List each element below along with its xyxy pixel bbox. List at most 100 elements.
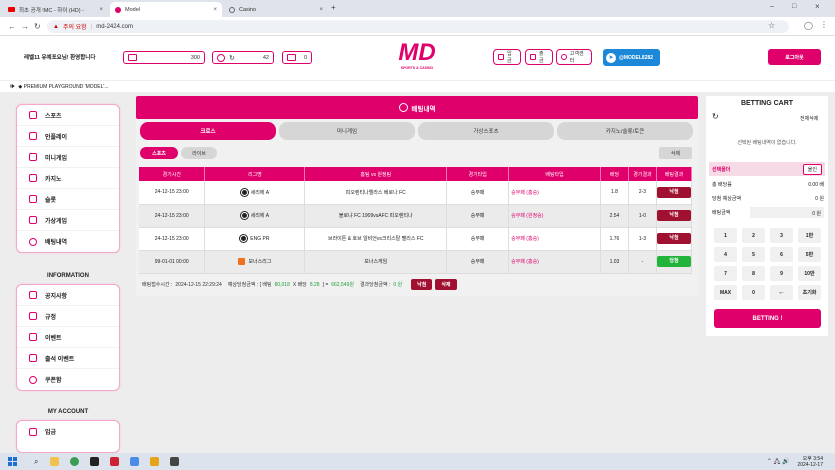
file-explorer-icon[interactable] bbox=[50, 457, 60, 466]
refresh-icon[interactable]: ↻ bbox=[229, 54, 235, 62]
column-header: 배팅결과 bbox=[656, 167, 693, 181]
deposit-icon bbox=[29, 427, 37, 436]
casino-icon bbox=[29, 174, 37, 182]
taskbar-search-icon[interactable]: ⌕ bbox=[34, 457, 38, 467]
tab-cross[interactable]: 크로스 bbox=[140, 122, 276, 140]
withdraw-button[interactable]: 출금 bbox=[525, 49, 553, 65]
reload-icon[interactable]: ↻ bbox=[34, 22, 41, 31]
keypad-max[interactable]: MAX bbox=[714, 285, 737, 300]
keypad-3[interactable]: 3 bbox=[770, 228, 793, 243]
bet-amount-label: 배팅금액 bbox=[712, 210, 731, 216]
sidebar-item-rules[interactable]: 규정 bbox=[17, 306, 119, 327]
customer-center-button[interactable]: 고객센터 bbox=[556, 49, 592, 65]
logout-button[interactable]: 로그아웃 bbox=[768, 49, 821, 65]
delete-button[interactable]: 삭제 bbox=[659, 147, 692, 159]
keypad-backspace[interactable]: ← bbox=[770, 285, 793, 300]
sidebar-item-sports[interactable]: 스포츠 bbox=[17, 105, 119, 126]
close-icon[interactable]: × bbox=[213, 7, 217, 13]
deposit-icon bbox=[498, 54, 504, 60]
keypad-2[interactable]: 2 bbox=[742, 228, 765, 243]
sidebar-item-virtual[interactable]: 가상게임 bbox=[17, 210, 119, 231]
sidebar-item-attendance[interactable]: 출석 이벤트 bbox=[17, 348, 119, 369]
menu-icon[interactable]: ⋮ bbox=[820, 20, 828, 29]
result-badge: 당첨 bbox=[656, 256, 691, 267]
betting-submit-button[interactable]: BETTING ! bbox=[714, 309, 821, 328]
back-icon[interactable]: ← bbox=[8, 22, 16, 31]
windows-start-icon[interactable] bbox=[8, 457, 17, 466]
sidebar-item-slot[interactable]: 슬롯 bbox=[17, 189, 119, 210]
tray-icons: ⌃ 🖧 🔊 bbox=[766, 458, 790, 465]
bet-amount-input[interactable]: 0 원 bbox=[750, 207, 824, 218]
keypad-50k[interactable]: 5만 bbox=[798, 247, 821, 262]
windows-taskbar: ⌕ ⌃ 🖧 🔊 오후 3:54 2024-12-17 bbox=[0, 453, 835, 470]
keypad-reset[interactable]: 초기화 bbox=[798, 285, 821, 300]
subtab-sports[interactable]: 스포츠 bbox=[140, 147, 178, 159]
sidebar-item-deposit[interactable]: 입금 bbox=[17, 421, 119, 442]
telegram-button[interactable]: ➤ @MODEL8282 bbox=[603, 49, 660, 66]
sidebar-item-notice[interactable]: 공지사항 bbox=[17, 285, 119, 306]
forward-icon[interactable]: → bbox=[21, 22, 29, 31]
total-odds-row: 총 배당률 0.00 배 bbox=[712, 182, 824, 188]
balance-display: 300 bbox=[123, 51, 205, 64]
refresh-icon[interactable]: ↻ bbox=[712, 112, 719, 121]
rules-icon bbox=[29, 312, 37, 320]
window-maximize-button[interactable]: □ bbox=[792, 3, 796, 10]
message-icon bbox=[287, 54, 296, 61]
window-close-button[interactable]: × bbox=[815, 2, 820, 11]
app-icon[interactable] bbox=[90, 457, 100, 466]
bell-icon bbox=[29, 291, 37, 299]
sidebar-item-event[interactable]: 이벤트 bbox=[17, 327, 119, 348]
keypad-5[interactable]: 5 bbox=[742, 247, 765, 262]
inplay-icon bbox=[29, 132, 37, 140]
keypad-100k[interactable]: 10만 bbox=[798, 266, 821, 281]
chrome-icon[interactable] bbox=[70, 457, 80, 466]
profile-icon[interactable]: ◯ bbox=[804, 21, 813, 30]
bonus-icon bbox=[238, 258, 246, 266]
keypad-10k[interactable]: 1만 bbox=[798, 228, 821, 243]
wallet-icon bbox=[128, 54, 137, 61]
all-in-button[interactable]: 올인 bbox=[802, 163, 822, 175]
star-icon[interactable]: ☆ bbox=[768, 21, 775, 30]
delete-bet-button[interactable]: 삭제 bbox=[435, 279, 457, 290]
sidebar-item-minigame[interactable]: 미니게임 bbox=[17, 147, 119, 168]
deposit-button[interactable]: 입금 bbox=[493, 49, 521, 65]
tab-virtual-sports[interactable]: 가상스포츠 bbox=[418, 122, 554, 140]
app-icon[interactable] bbox=[150, 457, 160, 466]
keypad-9[interactable]: 9 bbox=[770, 266, 793, 281]
keypad-1[interactable]: 1 bbox=[714, 228, 737, 243]
sidebar-item-casino[interactable]: 카지노 bbox=[17, 168, 119, 189]
browser-tab-2[interactable]: Model × bbox=[110, 2, 222, 17]
sidebar-item-coupon[interactable]: 쿠폰함 bbox=[17, 369, 119, 390]
keypad-6[interactable]: 6 bbox=[770, 247, 793, 262]
keypad-0[interactable]: 0 bbox=[742, 285, 765, 300]
empty-cart-message: 선택된 배팅내역이 없습니다. bbox=[737, 140, 797, 146]
browser-tab-3[interactable]: Casino × bbox=[224, 2, 328, 17]
keypad-8[interactable]: 8 bbox=[742, 266, 765, 281]
virtual-game-icon bbox=[29, 216, 37, 224]
url-field[interactable]: ▲ 주의 요함 | md-2424.com bbox=[47, 20, 789, 33]
app-icon[interactable] bbox=[110, 457, 120, 466]
bet-summary: 배팅접수시간 : 2024-12-15 22:29:24 예상당첨금액 : [ … bbox=[142, 279, 457, 290]
keypad-7[interactable]: 7 bbox=[714, 266, 737, 281]
column-header: 배당 bbox=[600, 167, 629, 181]
new-tab-button[interactable]: + bbox=[331, 3, 336, 12]
browser-tab-1[interactable]: 최초 공개 !MC - 하이 (HD) - × bbox=[3, 2, 108, 17]
warning-icon: ▲ bbox=[53, 23, 59, 30]
sidebar-item-bet-history[interactable]: 배팅내역 bbox=[17, 231, 119, 252]
subtab-live[interactable]: 라이브 bbox=[181, 147, 217, 159]
sidebar-item-inplay[interactable]: 인플레이 bbox=[17, 126, 119, 147]
site-logo[interactable]: MD SPORTS & CASINO bbox=[397, 40, 437, 71]
messages-display[interactable]: 0 bbox=[282, 51, 312, 64]
close-icon[interactable]: × bbox=[319, 7, 323, 13]
delete-all-button[interactable]: 전체삭제 bbox=[800, 115, 818, 122]
tab-minigame[interactable]: 미니게임 bbox=[279, 122, 415, 140]
sidebar-menu: 스포츠 인플레이 미니게임 카지노 슬롯 가상게임 배팅내역 bbox=[16, 104, 120, 253]
window-minimize-button[interactable]: – bbox=[770, 3, 774, 10]
app-icon[interactable] bbox=[170, 457, 180, 466]
tab-casino-slot-token[interactable]: 카지노/슬롯/토큰 bbox=[557, 122, 693, 140]
app-icon[interactable] bbox=[130, 457, 140, 466]
result-badge: 낙첨 bbox=[656, 186, 691, 198]
lose-result-button[interactable]: 낙첨 bbox=[411, 279, 433, 290]
keypad-4[interactable]: 4 bbox=[714, 247, 737, 262]
close-icon[interactable]: × bbox=[99, 7, 103, 13]
